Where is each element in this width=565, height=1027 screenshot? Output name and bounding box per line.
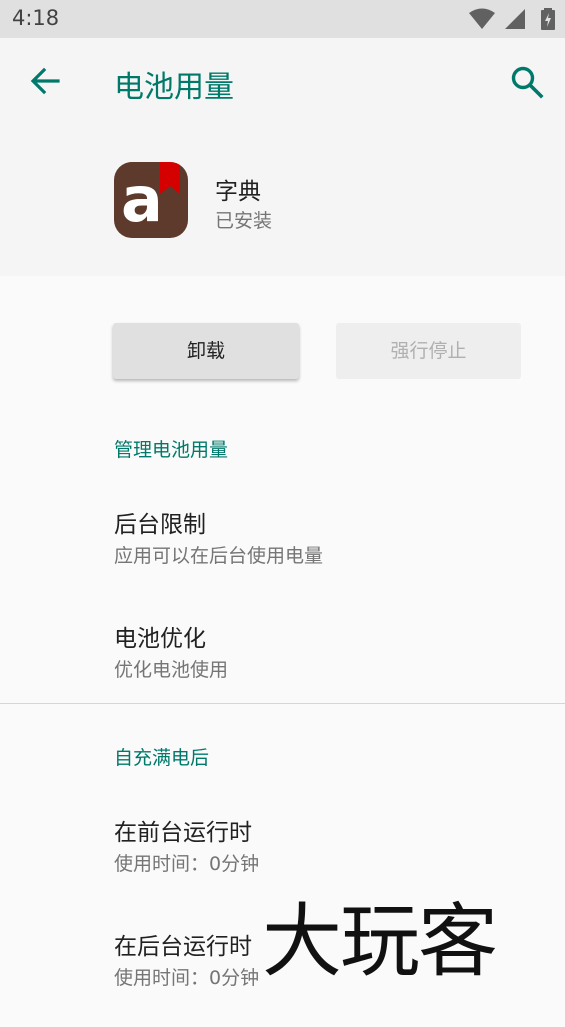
battery-icon	[541, 8, 555, 30]
app-header: a 字典 已安装	[0, 128, 565, 276]
list-item-title: 后台限制	[114, 512, 206, 538]
list-item-title: 在前台运行时	[114, 820, 252, 846]
signal-icon	[504, 9, 525, 29]
app-bar: 电池用量	[0, 38, 565, 128]
list-item-summary: 优化电池使用	[114, 659, 229, 681]
list-item-summary: 应用可以在后台使用电量	[114, 545, 324, 567]
app-name: 字典	[215, 179, 261, 205]
page-title: 电池用量	[114, 70, 234, 105]
arrow-left-icon	[30, 67, 60, 95]
wifi-icon	[468, 8, 495, 29]
list-item-summary: 使用时间：0分钟	[114, 967, 260, 989]
app-icon-letter: a	[121, 163, 163, 236]
watermark: 大玩客	[262, 895, 498, 988]
section-title-since-full-charge: 自充满电后	[114, 747, 210, 769]
uninstall-button[interactable]: 卸载	[113, 323, 299, 379]
status-time: 4:18	[12, 6, 60, 30]
section-divider	[0, 703, 565, 704]
search-button[interactable]	[509, 64, 545, 100]
list-item-title: 在后台运行时	[114, 934, 252, 960]
list-item-summary: 使用时间：0分钟	[114, 853, 260, 875]
list-item-background-restriction[interactable]: 后台限制 应用可以在后台使用电量	[0, 505, 565, 605]
section-title-manage-battery: 管理电池用量	[114, 439, 229, 461]
back-button[interactable]	[28, 64, 62, 98]
list-item-title: 电池优化	[114, 626, 206, 652]
app-install-status: 已安装	[215, 210, 273, 232]
bookmark-icon	[160, 162, 180, 194]
status-icons	[468, 8, 555, 30]
list-item-battery-optimization[interactable]: 电池优化 优化电池使用	[0, 619, 565, 719]
status-bar: 4:18	[0, 0, 565, 38]
force-stop-button[interactable]: 强行停止	[336, 323, 521, 379]
search-icon	[511, 66, 544, 99]
app-icon: a	[114, 162, 188, 238]
